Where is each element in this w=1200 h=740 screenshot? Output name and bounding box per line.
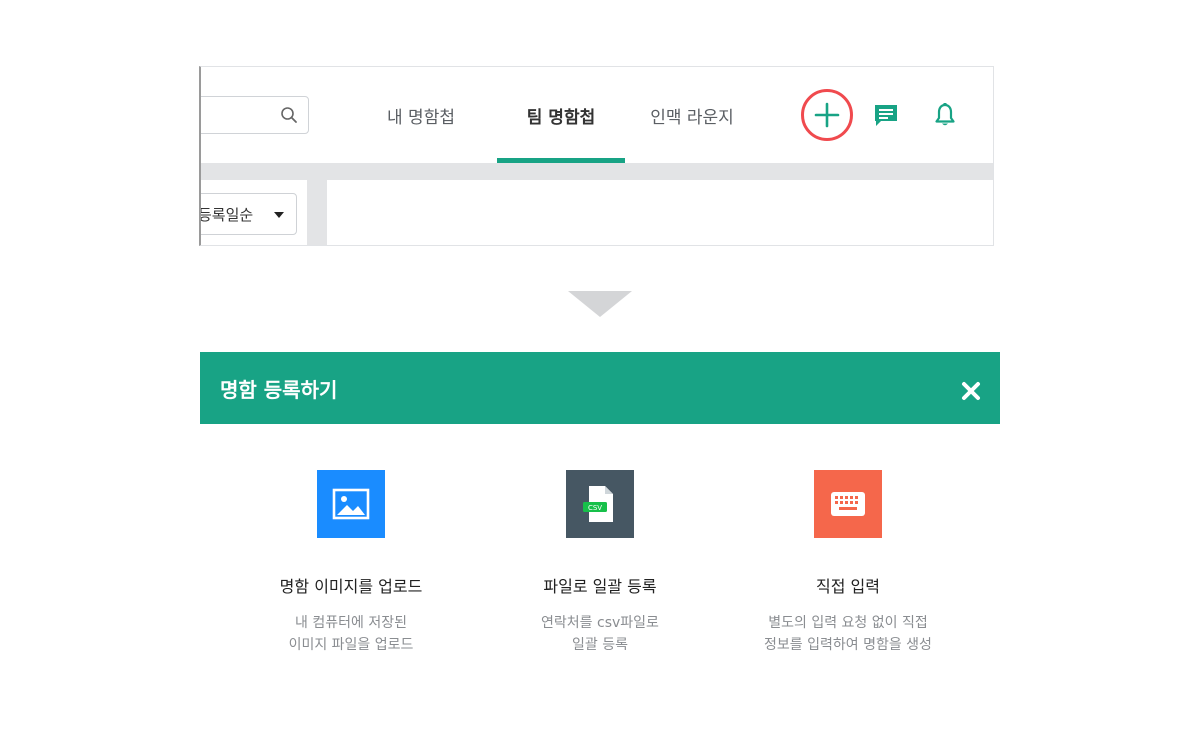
search-icon [281, 107, 297, 123]
manual-input-option[interactable]: 직접 입력 별도의 입력 요청 없이 직접 정보를 입력하여 명함을 생성 [728, 470, 968, 656]
option-description: 내 컴퓨터에 저장된 이미지 파일을 업로드 [231, 612, 471, 656]
option-description: 별도의 입력 요청 없이 직접 정보를 입력하여 명함을 생성 [728, 612, 968, 656]
option-description: 연락처를 csv파일로 일괄 등록 [480, 612, 720, 656]
tab-team-cards[interactable]: 팀 명함첩 [497, 67, 625, 163]
upload-image-option[interactable]: 명함 이미지를 업로드 내 컴퓨터에 저장된 이미지 파일을 업로드 [231, 470, 471, 656]
column-divider [307, 180, 327, 245]
option-desc-line: 일괄 등록 [572, 637, 628, 653]
tab-network-lounge[interactable]: 인맥 라운지 [631, 67, 753, 163]
bell-icon[interactable] [933, 102, 957, 128]
dialog-header: 명함 등록하기 [200, 352, 1000, 424]
csv-file-icon: CSV [566, 470, 634, 538]
caret-down-icon [274, 212, 284, 218]
close-icon[interactable] [960, 380, 982, 402]
option-desc-line: 내 컴퓨터에 저장된 [295, 615, 407, 631]
csv-badge-text: CSV [588, 504, 602, 512]
search-input[interactable] [201, 96, 309, 134]
dialog-title: 명함 등록하기 [220, 378, 338, 402]
header-screenshot: 내 명함첩 팀 명함첩 인맥 라운지 등록일순 [199, 66, 994, 246]
csv-upload-option[interactable]: CSV 파일로 일괄 등록 연락처를 csv파일로 일괄 등록 [480, 470, 720, 656]
option-title: 직접 입력 [816, 577, 880, 596]
option-desc-line: 연락처를 csv파일로 [541, 615, 659, 631]
sort-label: 등록일순 [199, 205, 254, 224]
sort-dropdown[interactable]: 등록일순 [199, 193, 297, 235]
tab-bar: 내 명함첩 팀 명함첩 인맥 라운지 [361, 67, 753, 163]
page: 내 명함첩 팀 명함첩 인맥 라운지 등록일순 명함 등록하기 명함 이미지를 … [0, 0, 1200, 740]
keyboard-icon [814, 470, 882, 538]
down-arrow-icon [568, 291, 632, 317]
option-title: 파일로 일괄 등록 [543, 577, 657, 596]
option-desc-line: 정보를 입력하여 명함을 생성 [764, 637, 932, 653]
image-icon [317, 470, 385, 538]
tab-my-cards[interactable]: 내 명함첩 [361, 67, 481, 163]
add-card-button[interactable] [801, 89, 853, 141]
option-desc-line: 별도의 입력 요청 없이 직접 [768, 615, 928, 631]
plus-icon [814, 102, 840, 128]
option-desc-line: 이미지 파일을 업로드 [288, 637, 414, 653]
content-divider [201, 163, 993, 180]
chat-icon[interactable] [873, 103, 899, 127]
option-title: 명함 이미지를 업로드 [279, 577, 423, 596]
